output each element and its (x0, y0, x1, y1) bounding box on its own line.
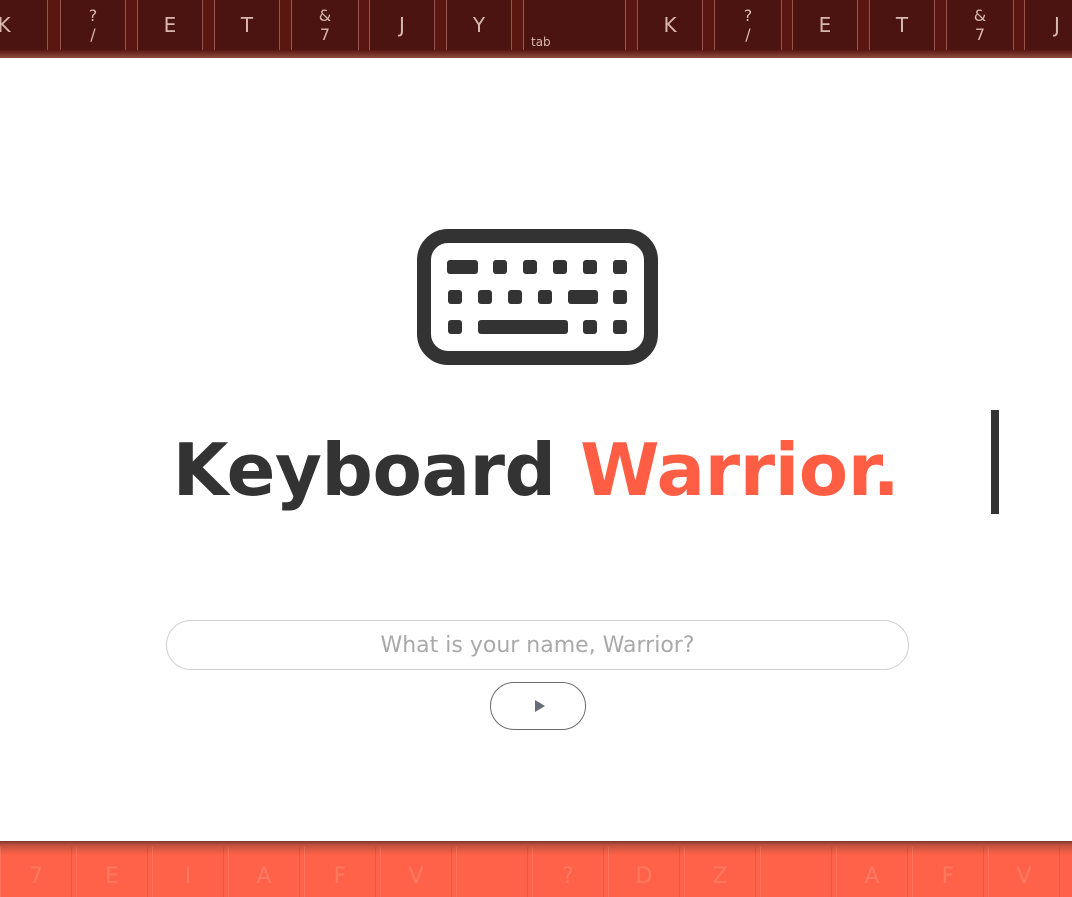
name-input[interactable] (166, 620, 909, 670)
key-j: J (369, 0, 435, 56)
bottom-key: D (608, 847, 680, 897)
strip-shade (0, 50, 1072, 58)
play-icon (534, 700, 545, 712)
key-slash: ? / (714, 0, 782, 56)
typing-cursor (991, 410, 999, 514)
keyboard-icon (417, 229, 658, 365)
bottom-key: ? (532, 847, 604, 897)
key-7: & 7 (946, 0, 1014, 56)
bottom-key: Z (684, 847, 756, 897)
bottom-keyboard-strip: 7 E I A F V ? D Z A F V (0, 841, 1072, 897)
key-e: E (792, 0, 858, 56)
key-t: T (869, 0, 935, 56)
bottom-key: 7 (0, 847, 72, 897)
title-keyboard: Keyboard (172, 428, 556, 512)
title-warrior: Warrior. (580, 428, 900, 512)
bottom-key (456, 847, 528, 897)
key-y: Y (446, 0, 512, 56)
bottom-key: V (380, 847, 452, 897)
key-k: K (0, 0, 48, 56)
key-k: K (637, 0, 703, 56)
key-7: & 7 (291, 0, 359, 56)
bottom-key: F (304, 847, 376, 897)
key-tab: tab (523, 0, 626, 56)
bottom-key: I (152, 847, 224, 897)
bottom-key: E (76, 847, 148, 897)
page-title: Keyboard Warrior. (0, 424, 1072, 516)
bottom-key (760, 847, 832, 897)
key-slash: ? / (60, 0, 126, 56)
start-button[interactable] (490, 682, 586, 730)
bottom-key: F (912, 847, 984, 897)
bottom-key: V (988, 847, 1060, 897)
bottom-key: A (228, 847, 300, 897)
key-t: T (214, 0, 280, 56)
key-j: J (1024, 0, 1072, 56)
top-keyboard-strip: K ? / E T & 7 J Y tab K ? / E T & 7 J (0, 0, 1072, 58)
key-e: E (137, 0, 203, 56)
bottom-key: A (836, 847, 908, 897)
